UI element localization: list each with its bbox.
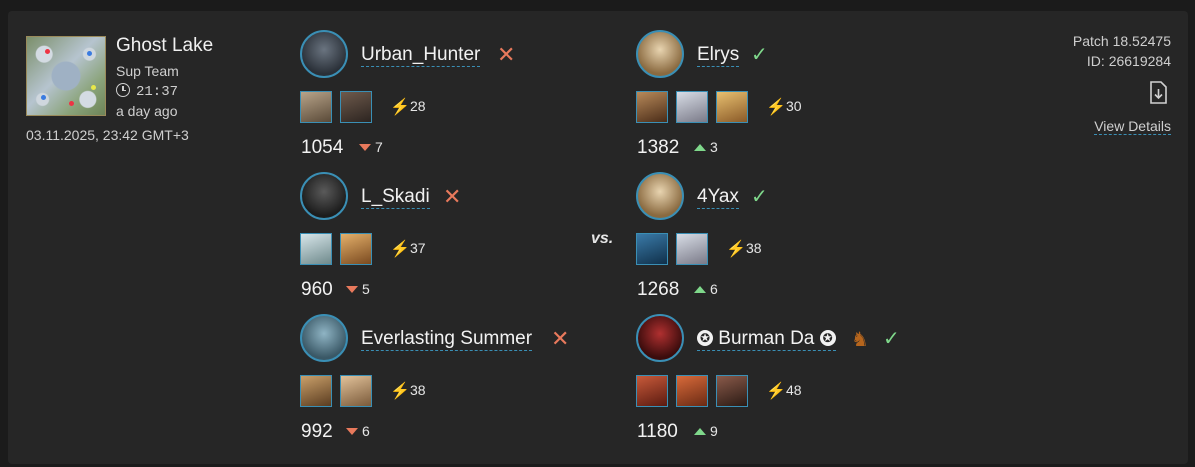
lightning-icon: ⚡ [390, 241, 410, 258]
arrow-down-icon [359, 144, 371, 151]
arrow-up-icon [694, 428, 706, 435]
view-details-link[interactable]: View Details [1094, 118, 1171, 135]
hero-icon [716, 375, 748, 407]
player-name-link[interactable]: 4Yax [697, 186, 739, 209]
player-name-link[interactable]: Urban_Hunter [361, 44, 481, 67]
player-avatar[interactable] [636, 172, 684, 220]
mmr-delta: 9 [710, 423, 718, 439]
apm-value: 38 [746, 240, 762, 256]
mmr-delta: 3 [710, 139, 718, 155]
download-replay-icon[interactable] [1148, 81, 1168, 105]
patch-version: Patch 18.52475 [1072, 33, 1171, 49]
hero-icon [676, 233, 708, 265]
player-name-link[interactable]: Everlasting Summer [361, 328, 533, 351]
apm-value: 28 [410, 98, 426, 114]
player-name: Burman Da [718, 328, 815, 349]
apm-value: 48 [786, 382, 802, 398]
arrow-down-icon [346, 428, 358, 435]
versus-label: vs. [591, 230, 614, 247]
duration-value: 21:37 [136, 84, 179, 100]
loss-icon: ✕ [551, 326, 570, 351]
clock-icon [116, 83, 130, 97]
mmr-value: 1180 [637, 421, 678, 442]
loss-icon: ✕ [443, 184, 462, 209]
horse-icon: ♞ [851, 329, 869, 351]
hero-icon [340, 233, 372, 265]
player-avatar[interactable] [300, 314, 348, 362]
arrow-up-icon [694, 144, 706, 151]
hero-icon [300, 91, 332, 123]
mmr-change: 9 [694, 423, 718, 439]
mmr-change: 6 [346, 423, 370, 439]
arrow-up-icon [694, 286, 706, 293]
star-badge-icon: ✪ [697, 330, 713, 346]
player-name-link[interactable]: L_Skadi [361, 186, 430, 209]
time-ago: a day ago [116, 103, 178, 119]
win-check-icon: ✓ [751, 44, 768, 66]
mmr-value: 960 [301, 279, 333, 300]
win-check-icon: ✓ [751, 186, 768, 208]
game-mode: Sup Team [116, 63, 179, 79]
mmr-change: 7 [359, 139, 383, 155]
game-id: ID: 26619284 [1086, 53, 1171, 69]
player-avatar[interactable] [300, 30, 348, 78]
loss-icon: ✕ [497, 42, 516, 67]
hero-icon [636, 233, 668, 265]
match-datetime: 03.11.2025, 23:42 GMT+3 [26, 127, 189, 143]
hero-icon [636, 91, 668, 123]
mmr-delta: 7 [375, 139, 383, 155]
mmr-value: 1054 [301, 137, 344, 158]
lightning-icon: ⚡ [766, 383, 786, 400]
lightning-icon: ⚡ [390, 383, 410, 400]
lightning-icon: ⚡ [726, 241, 746, 258]
mmr-change: 5 [346, 281, 370, 297]
mmr-change: 3 [694, 139, 718, 155]
apm-value: 37 [410, 240, 426, 256]
duration: 21:37 [116, 82, 178, 100]
player-name-link[interactable]: ✪ Burman Da ✪ [697, 328, 836, 351]
arrow-down-icon [346, 286, 358, 293]
map-thumbnail [26, 36, 106, 116]
hero-icon [676, 375, 708, 407]
hero-icon [340, 91, 372, 123]
star-badge-icon: ✪ [819, 330, 836, 346]
mmr-value: 1382 [637, 137, 680, 158]
hero-icon [300, 233, 332, 265]
apm-value: 30 [786, 98, 802, 114]
apm-value: 38 [410, 382, 426, 398]
player-avatar[interactable] [300, 172, 348, 220]
lightning-icon: ⚡ [390, 99, 410, 116]
mmr-delta: 6 [362, 423, 370, 439]
lightning-icon: ⚡ [766, 99, 786, 116]
player-avatar[interactable] [636, 30, 684, 78]
mmr-delta: 6 [710, 281, 718, 297]
win-check-icon: ✓ [883, 328, 900, 350]
hero-icon [300, 375, 332, 407]
mmr-change: 6 [694, 281, 718, 297]
hero-icon [340, 375, 372, 407]
player-avatar[interactable] [636, 314, 684, 362]
player-name-link[interactable]: Elrys [697, 44, 740, 67]
hero-icon [716, 91, 748, 123]
map-name: Ghost Lake [116, 35, 214, 56]
mmr-value: 992 [301, 421, 333, 442]
mmr-delta: 5 [362, 281, 370, 297]
hero-icon [636, 375, 668, 407]
mmr-value: 1268 [637, 279, 680, 300]
hero-icon [676, 91, 708, 123]
